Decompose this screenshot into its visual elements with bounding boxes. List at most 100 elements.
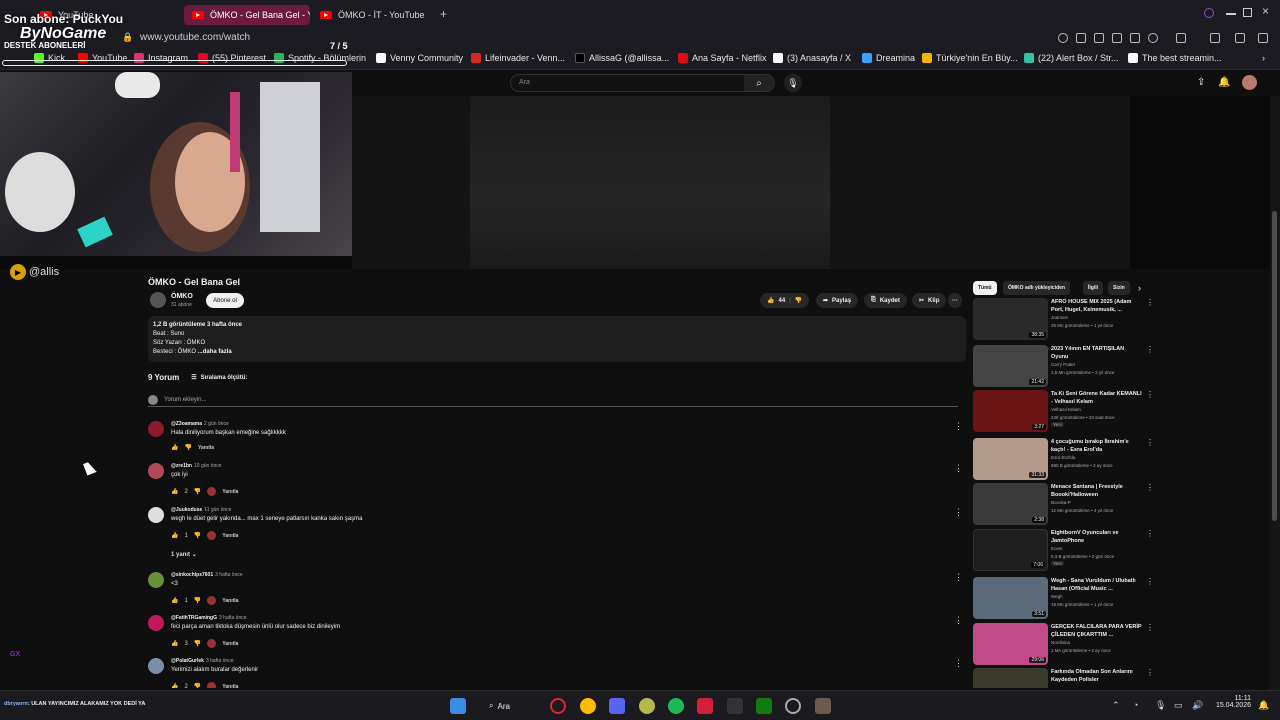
comment-author[interactable]: @FatihTRGamingG 3 hafta önce xyxy=(171,615,247,621)
chip-related[interactable]: İlgili xyxy=(1083,281,1103,295)
bookmark-dreamina[interactable]: Dreamina xyxy=(862,53,915,63)
tab-it[interactable]: ÖMKO - İT - YouTube xyxy=(312,5,432,25)
more-icon[interactable]: ⋮ xyxy=(1146,577,1154,586)
clip-button[interactable]: ✂ Klip xyxy=(912,293,947,308)
more-icon[interactable]: ⋮ xyxy=(1146,623,1154,632)
comment-avatar[interactable] xyxy=(148,463,164,479)
adobe-icon[interactable] xyxy=(697,698,713,714)
recommendation-item[interactable]: 3:27 Ta Ki Seni Görene Kadar KEMANLI - V… xyxy=(973,390,1154,434)
view-replies-button[interactable]: 1 yanıt ⌄ xyxy=(171,551,197,558)
search-box[interactable]: Ara ⌕ xyxy=(510,74,775,92)
screenshot-icon[interactable] xyxy=(1094,33,1104,43)
comment-avatar[interactable] xyxy=(148,507,164,523)
play-icon[interactable] xyxy=(1130,33,1140,43)
bookmark-netflix[interactable]: Ana Sayfa - Netflix xyxy=(678,53,767,63)
recommendation-item[interactable]: 38:35 AFRO HOUSE MIX 2025 (Adam Port, Hu… xyxy=(973,298,1154,342)
thumbs-up-icon[interactable]: 👍 xyxy=(171,597,178,604)
recommendation-thumbnail[interactable] xyxy=(973,668,1048,688)
reply-button[interactable]: Yanıtla xyxy=(198,445,214,451)
pin-icon[interactable] xyxy=(1076,33,1086,43)
upload-icon[interactable]: ⇪ xyxy=(1197,77,1205,88)
comment-menu-icon[interactable]: ⋮ xyxy=(954,463,963,474)
comment-menu-icon[interactable]: ⋮ xyxy=(954,421,963,432)
comment-author[interactable]: @Z3oamama 2 gün önce xyxy=(171,421,229,427)
description-box[interactable]: 1,2 B görüntüleme 3 hafta önce Beat : Su… xyxy=(148,316,966,362)
comment-author[interactable]: @Juukoduse 11 gün önce xyxy=(171,507,231,513)
chevron-up-icon[interactable]: ⌃ xyxy=(1112,700,1120,711)
recommendation-thumbnail[interactable]: 3:27 xyxy=(973,390,1048,432)
mic-icon[interactable]: 🎙 xyxy=(1155,700,1166,711)
thumbs-up-icon[interactable]: 👍 xyxy=(171,532,178,539)
thumbs-down-icon[interactable]: 👎 xyxy=(194,683,201,688)
comment-menu-icon[interactable]: ⋮ xyxy=(954,572,963,583)
more-icon[interactable]: ⋮ xyxy=(1146,668,1153,677)
system-clock[interactable]: 11:11 15.04.2026 xyxy=(1213,695,1251,709)
comment-avatar[interactable] xyxy=(148,658,164,674)
opera-gx-icon[interactable] xyxy=(550,698,566,714)
show-more-link[interactable]: ...daha fazla xyxy=(198,349,232,355)
notification-icon[interactable]: 🔔 xyxy=(1258,700,1269,711)
bookmark-streaming[interactable]: The best streamin... xyxy=(1128,53,1222,63)
bell-icon[interactable]: 🔔 xyxy=(1218,77,1230,88)
reply-button[interactable]: Yanıtla xyxy=(222,533,238,539)
minimize-icon[interactable] xyxy=(1226,13,1236,15)
recommendation-thumbnail[interactable]: 21:42 xyxy=(973,345,1048,387)
close-icon[interactable]: × xyxy=(1262,4,1269,18)
heart-icon[interactable] xyxy=(1148,33,1158,43)
volume-icon[interactable]: 🔊 xyxy=(1192,700,1203,711)
menu-icon[interactable] xyxy=(1258,33,1268,43)
comment-avatar[interactable] xyxy=(148,572,164,588)
extensions-icon[interactable] xyxy=(1176,33,1186,43)
comment-avatar[interactable] xyxy=(148,615,164,631)
avatar[interactable] xyxy=(1242,75,1257,90)
comment-author[interactable]: @zre1bn 10 gün önce xyxy=(171,463,222,469)
bookmark-lifeinvader[interactable]: Lifeinvader - Venn... xyxy=(471,53,565,63)
recommendation-thumbnail[interactable]: 2:38 xyxy=(973,483,1048,525)
gx-label[interactable]: GX xyxy=(10,651,20,658)
thumbs-up-icon[interactable]: 👍 xyxy=(171,640,178,647)
discord-icon[interactable] xyxy=(609,698,625,714)
scrollbar[interactable] xyxy=(1270,96,1280,690)
display-icon[interactable]: ▭ xyxy=(1174,700,1183,711)
comment-author[interactable]: @PolatGurlek 3 hafta önce xyxy=(171,658,233,664)
more-icon[interactable]: ⋮ xyxy=(1146,298,1154,307)
thumbs-down-icon[interactable]: 👎 xyxy=(194,597,201,604)
ai-icon[interactable] xyxy=(1235,33,1245,43)
download-icon[interactable] xyxy=(1210,33,1220,43)
recommendation-thumbnail[interactable]: 31:33 xyxy=(973,438,1048,480)
search-icon[interactable] xyxy=(1204,8,1214,18)
thumbs-up-icon[interactable]: 👍 xyxy=(171,683,178,688)
microphone-icon[interactable]: 🎙 xyxy=(784,74,802,92)
thumbs-down-icon[interactable]: 👎 xyxy=(194,488,201,495)
reply-button[interactable]: Yanıtla xyxy=(222,598,238,604)
chip-from-uploader[interactable]: ÖMKO adlı yükleyiciden xyxy=(1003,281,1070,295)
bookmark-alertbox[interactable]: (22) Alert Box / Str... xyxy=(1024,53,1119,63)
app-icon[interactable] xyxy=(727,698,743,714)
comment-author[interactable]: @sinkochips7601 3 hafta önce xyxy=(171,572,243,578)
new-tab-button[interactable]: + xyxy=(440,7,447,21)
shield-icon[interactable] xyxy=(1112,33,1122,43)
taskbar-search[interactable]: ⌕ Ara xyxy=(489,698,539,714)
comment-menu-icon[interactable]: ⋮ xyxy=(954,507,963,518)
url-field[interactable]: www.youtube.com/watch xyxy=(140,32,250,43)
thumbs-down-icon[interactable]: 👎 xyxy=(194,532,201,539)
comment-menu-icon[interactable]: ⋮ xyxy=(954,658,963,669)
recommendation-item[interactable]: Farkında Olmadan Son Anlarını Kaydeden P… xyxy=(973,668,1153,688)
search-input[interactable]: Ara xyxy=(519,79,530,86)
recommendation-item[interactable]: 3:51 Wegh - Sana Vuruldum / Ulubatlı Has… xyxy=(973,577,1154,621)
recommendation-item[interactable]: 2:38 Menace Santana | Freestyle Boooki'H… xyxy=(973,483,1154,527)
add-comment-field[interactable]: Yorum ekleyin... xyxy=(148,395,958,407)
share-button[interactable]: ➦ Paylaş xyxy=(816,293,859,308)
app-icon[interactable] xyxy=(785,698,801,714)
maximize-icon[interactable] xyxy=(1243,8,1252,17)
channel-avatar[interactable] xyxy=(150,292,166,308)
more-actions-button[interactable]: ··· xyxy=(948,293,962,308)
bookmark-venny[interactable]: Venny Community xyxy=(376,53,463,63)
network-icon[interactable]: ◔ xyxy=(1133,700,1138,710)
xbox-icon[interactable] xyxy=(756,698,772,714)
recommendation-thumbnail[interactable]: 38:35 xyxy=(973,298,1048,340)
comment-input[interactable]: Yorum ekleyin... xyxy=(164,397,206,403)
recommendation-thumbnail[interactable]: 7:06 xyxy=(973,529,1048,571)
comment-avatar[interactable] xyxy=(148,421,164,437)
comment-menu-icon[interactable]: ⋮ xyxy=(954,615,963,626)
